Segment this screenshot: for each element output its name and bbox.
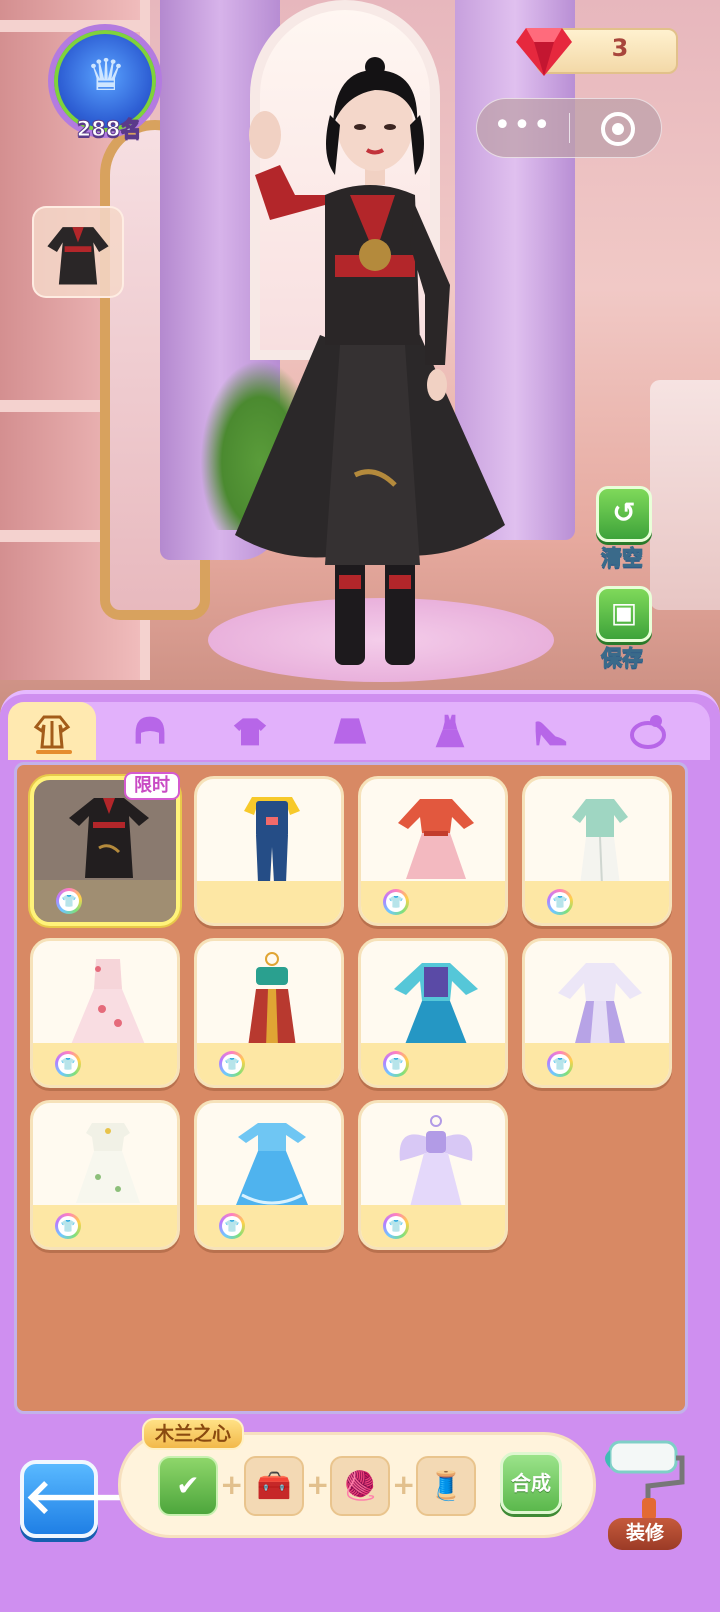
robe-thumbnail-icon [47,227,109,285]
fabric-roll-icon: 🧶 [342,1469,378,1502]
limited-time-tag: 限时 [124,772,180,800]
tab-accessory[interactable] [604,702,692,760]
black-red-robe-image [69,798,149,878]
save-label: 保存 [601,646,644,671]
shirt-badge-icon: 👕 [547,889,573,915]
blue-ruffle-dress-image [236,1123,308,1205]
accessory-icon [630,715,666,749]
mint-qipao-image [572,799,628,886]
shirt-badge-icon: 👕 [55,1213,81,1239]
denim-overalls-image [244,797,300,883]
plus-sign: + [220,1468,244,1501]
tab-skirt[interactable] [306,702,394,760]
close-target-icon[interactable] [601,112,635,146]
decorate-button[interactable]: 装修 [608,1518,682,1550]
toolbox-icon: 🧰 [256,1469,292,1502]
shirt-badge-icon: 👕 [383,1051,409,1077]
ingredient-slot-sewing-machine[interactable]: 🧵 [416,1456,476,1516]
floral-pink-gown-image [70,959,146,1047]
clear-button[interactable]: ↺ [596,486,652,542]
clear-label: 清空 [601,546,644,571]
plus-sign: + [306,1468,330,1501]
recipe-title: 木兰之心 [142,1418,244,1450]
blue-hanfu-image [394,963,478,1047]
tab-dress[interactable] [406,702,494,760]
plus-sign: + [392,1468,416,1501]
capsule-divider [569,113,570,143]
crown-icon: ♛ [86,50,126,101]
tab-top[interactable] [206,702,294,760]
shirt-badge-icon: 👕 [219,1051,245,1077]
avatar-character[interactable] [225,55,515,675]
craft-button[interactable]: 合成 [500,1452,562,1514]
item-card-blue-hanfu-dress[interactable]: 👕 [358,938,508,1088]
shirt-badge-icon: 👕 [219,1213,245,1239]
item-card-lilac-fairy-dress[interactable]: 👕 [358,1100,508,1250]
current-outfit-thumbnail[interactable] [32,206,124,298]
side-table [650,380,720,610]
shirt-badge-icon: 👕 [547,1051,573,1077]
shirt-icon [233,718,267,746]
dress-icon [435,714,465,748]
checkmark-icon: ✔ [176,1469,200,1502]
white-floral-dress-image [76,1123,140,1203]
sewing-machine-icon: 🧵 [428,1469,464,1502]
shirt-badge-icon: 👕 [55,1051,81,1077]
card-footer [197,881,341,923]
item-card-denim-overalls[interactable] [194,776,344,926]
save-disk-icon: ▣ [610,596,638,629]
shirt-badge-icon: 👕 [383,889,409,915]
more-options-button[interactable]: ••• [477,99,569,157]
item-card-teal-red-dancer-outfit[interactable]: 👕 [194,938,344,1088]
ingredient-slot-sewing-kit[interactable]: 🧰 [244,1456,304,1516]
tab-hair[interactable] [106,702,194,760]
item-card-white-floral-dress[interactable]: 👕 [30,1100,180,1250]
hanfu-icon [33,715,71,749]
ruby-gem-icon [516,28,572,76]
ingredient-slot-bag[interactable]: ✔ [158,1456,218,1516]
paint-roller-icon[interactable] [602,1428,686,1522]
tab-outfit[interactable] [8,702,96,760]
undo-arrow-icon: ↺ [612,496,636,529]
shirt-badge-icon: 👕 [56,888,82,914]
shirt-badge-icon: 👕 [383,1213,409,1239]
save-button[interactable]: ▣ [596,586,652,642]
item-card-lavender-hanfu[interactable]: 👕 [522,938,672,1088]
lavender-hanfu-image [558,963,642,1047]
red-pink-dress-image [398,799,474,879]
item-card-mint-qipao-skirt[interactable]: 👕 [522,776,672,926]
high-heel-icon [535,721,567,746]
back-button[interactable]: 🡐 [20,1460,153,1538]
ingredient-slot-fabric-roll[interactable]: 🧶 [330,1456,390,1516]
item-card-blue-ruffle-dress[interactable]: 👕 [194,1100,344,1250]
teal-red-outfit-image [248,952,296,1047]
skirt-icon [333,718,367,744]
hair-icon [135,716,165,744]
tab-shoes[interactable] [506,702,594,760]
mini-program-capsule: ••• [476,98,662,158]
item-card-floral-pink-gown[interactable]: 👕 [30,938,180,1088]
item-card-red-pink-dress[interactable]: 👕 [358,776,508,926]
gem-count: 3 [611,34,629,62]
lilac-fairy-dress-image [399,1115,473,1207]
rank-label: 288名 [76,117,142,142]
